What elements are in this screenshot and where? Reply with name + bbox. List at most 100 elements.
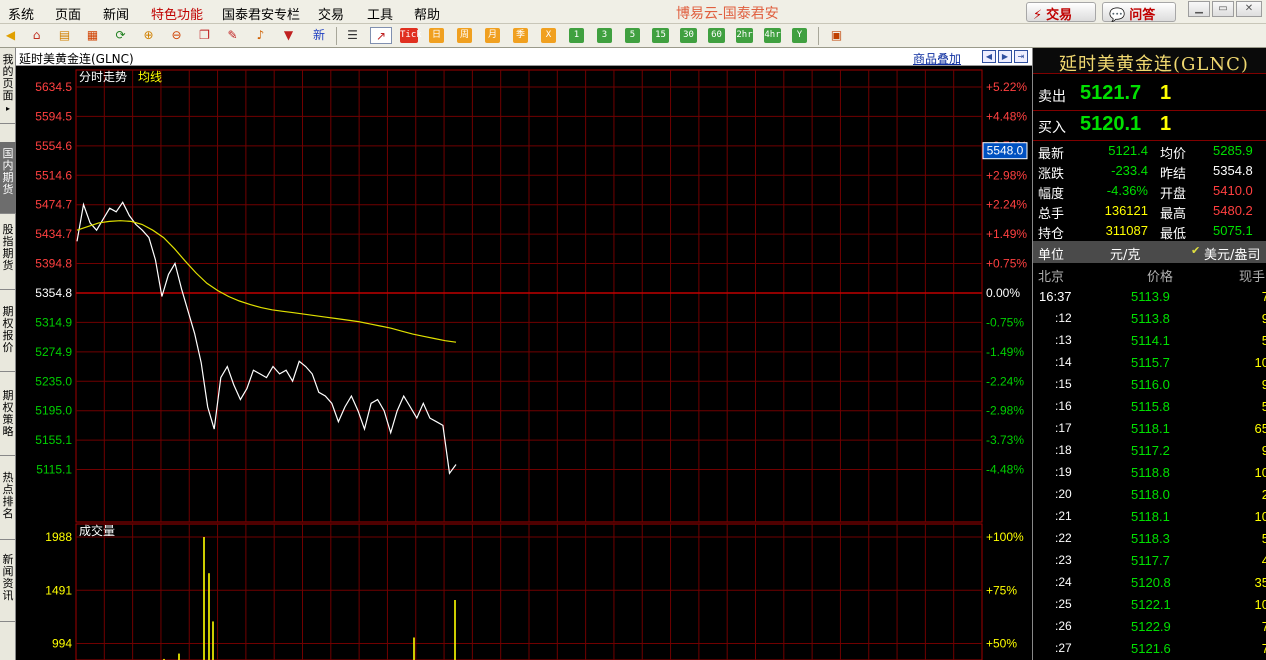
zoom-in-icon[interactable]: ⊕ bbox=[140, 27, 157, 44]
chart-title: 延时美黄金连(GLNC) bbox=[19, 52, 134, 66]
price-panel-label: 分时走势 bbox=[79, 70, 127, 84]
open-price: 5410.0 bbox=[1213, 183, 1253, 198]
list-icon[interactable]: ☰ bbox=[344, 27, 361, 44]
timeshare-chart-icon[interactable]: ↗ bbox=[370, 27, 392, 44]
tab-index-futures-label: 股指期货 bbox=[2, 223, 14, 272]
price-axis-label: 5634.5 bbox=[35, 80, 72, 94]
tick-header-time: 北京 bbox=[1038, 270, 1065, 285]
chart-panel: 延时美黄金连(GLNC) 商品叠加 ◀ ▶ ⇥ 5634.5 +5.22% 5594… bbox=[16, 48, 1032, 660]
zoom-out-icon[interactable]: ⊖ bbox=[168, 27, 185, 44]
qa-button[interactable]: 💬 问答 bbox=[1102, 2, 1176, 23]
pct-axis-label: -2.98% bbox=[986, 404, 1024, 418]
home-icon[interactable]: ⌂ bbox=[28, 27, 45, 44]
total-volume: 136121 bbox=[1104, 203, 1148, 218]
toolbar: ◀ ⌂ ▤ ▦ ⟳ ⊕ ⊖ ❐ ✎ ♪ ▼ 新 ☰ ↗ Tick 日 周 月 季… bbox=[0, 24, 1266, 48]
minimize-button[interactable]: ▁ bbox=[1188, 1, 1210, 17]
tick-row: 16:37 5113.9 7 bbox=[1033, 286, 1266, 308]
calendar-icon[interactable]: ▦ bbox=[84, 27, 101, 44]
tab-option-strategy[interactable]: 期权策略 bbox=[0, 384, 16, 456]
tick-price: 5113.8 bbox=[1131, 311, 1170, 326]
period-month-button[interactable]: 月 bbox=[485, 28, 500, 43]
period-1min-button[interactable]: 1 bbox=[569, 28, 584, 43]
price-axis-label: 5314.9 bbox=[35, 315, 72, 329]
tick-time: :17 bbox=[1055, 421, 1072, 435]
close-button[interactable]: ✕ bbox=[1236, 1, 1262, 17]
tick-volume: 9 bbox=[1261, 311, 1266, 326]
tick-row: :21 5118.1 10 bbox=[1033, 506, 1266, 528]
period-60min-button[interactable]: 60 bbox=[708, 28, 725, 43]
period-2hr-button[interactable]: 2hr bbox=[736, 28, 753, 43]
pencil-icon[interactable]: ✎ bbox=[224, 27, 241, 44]
period-30min-button[interactable]: 30 bbox=[680, 28, 697, 43]
volume-panel-label: 成交量 bbox=[79, 523, 115, 538]
open-interest-label: 持仓 bbox=[1038, 227, 1065, 242]
pct-axis-label: -2.24% bbox=[986, 374, 1024, 388]
ask-price: 5121.7 bbox=[1080, 82, 1142, 104]
bell-icon[interactable]: ♪ bbox=[252, 27, 269, 44]
period-quarter-button[interactable]: 季 bbox=[513, 28, 528, 43]
maximize-button[interactable]: ▭ bbox=[1212, 1, 1234, 17]
tick-price: 5115.7 bbox=[1131, 355, 1170, 370]
tick-row: :22 5118.3 5 bbox=[1033, 528, 1266, 550]
checkmark-icon: ✔ bbox=[1191, 244, 1201, 257]
period-day-button[interactable]: 日 bbox=[429, 28, 444, 43]
period-year-button[interactable]: Y bbox=[792, 28, 807, 43]
period-week-button[interactable]: 周 bbox=[457, 28, 472, 43]
pct-axis-label: +5.22% bbox=[986, 80, 1027, 94]
book-icon[interactable]: ▤ bbox=[56, 27, 73, 44]
quote-title: 延时美黄金连(GLNC) bbox=[1059, 54, 1249, 75]
volume-axis-label: 994 bbox=[52, 637, 72, 651]
expand-icon[interactable]: ⇥ bbox=[1014, 50, 1028, 63]
menu-trade[interactable]: 交易 bbox=[318, 4, 344, 23]
tab-option-strategy-label: 期权策略 bbox=[2, 389, 14, 438]
intraday-chart[interactable]: 5634.5+5.22%5594.5+4.48%5554.6+3.73%5514… bbox=[16, 67, 1032, 660]
tab-hot-ranking[interactable]: 热点排名 bbox=[0, 466, 16, 540]
windows-icon[interactable]: ❐ bbox=[196, 27, 213, 44]
menu-bar: 系统 页面 新闻 特色功能 国泰君安专栏 交易 工具 帮助 博易云-国泰君安 ⚡… bbox=[0, 0, 1266, 24]
period-4hr-button[interactable]: 4hr bbox=[764, 28, 781, 43]
tick-volume: 7 bbox=[1261, 289, 1266, 304]
period-15min-button[interactable]: 15 bbox=[652, 28, 669, 43]
pct-axis-label: -0.75% bbox=[986, 315, 1024, 329]
tick-time: 16:37 bbox=[1039, 289, 1072, 304]
tab-news[interactable]: 新闻资讯 bbox=[0, 548, 16, 622]
period-5min-button[interactable]: 5 bbox=[625, 28, 640, 43]
tick-row: :14 5115.7 10 bbox=[1033, 352, 1266, 374]
filter-icon[interactable]: ▼ bbox=[280, 27, 297, 44]
bid-volume: 1 bbox=[1160, 113, 1172, 135]
tab-my-pages[interactable]: 我的页面 ▸ bbox=[0, 54, 16, 124]
pct-axis-label: +2.24% bbox=[986, 198, 1027, 212]
prev-settle: 5354.8 bbox=[1213, 163, 1253, 178]
prev-arrow-icon[interactable]: ◀ bbox=[982, 50, 996, 63]
price-axis-label: 5474.7 bbox=[35, 198, 72, 212]
tick-price: 5122.1 bbox=[1131, 597, 1171, 612]
menu-gtja-column[interactable]: 国泰君安专栏 bbox=[222, 4, 300, 23]
left-tab-bar: 我的页面 ▸ 国内期货 股指期货 期权报价 期权策略 热点排名 新闻资讯 bbox=[0, 48, 16, 660]
period-x-button[interactable]: X bbox=[541, 28, 556, 43]
tab-option-quotes[interactable]: 期权报价 bbox=[0, 300, 16, 372]
menu-features[interactable]: 特色功能 bbox=[151, 4, 203, 23]
menu-help[interactable]: 帮助 bbox=[414, 4, 440, 23]
volume-pct-label: +50% bbox=[986, 637, 1017, 651]
tab-domestic-futures[interactable]: 国内期货 bbox=[0, 142, 16, 214]
period-3min-button[interactable]: 3 bbox=[597, 28, 612, 43]
back-arrow-icon[interactable]: ◀ bbox=[2, 27, 19, 44]
notepad-icon[interactable]: ▣ bbox=[828, 27, 845, 44]
menu-tools[interactable]: 工具 bbox=[367, 4, 393, 23]
menu-news[interactable]: 新闻 bbox=[103, 4, 129, 23]
tab-index-futures[interactable]: 股指期货 bbox=[0, 218, 16, 290]
new-button[interactable]: 新 bbox=[308, 27, 330, 44]
refresh-icon[interactable]: ⟳ bbox=[112, 27, 129, 44]
period-tick-button[interactable]: Tick bbox=[400, 28, 422, 43]
next-arrow-icon[interactable]: ▶ bbox=[998, 50, 1012, 63]
pct-change: -4.36% bbox=[1106, 183, 1148, 198]
overlay-commodity-link[interactable]: 商品叠加 bbox=[913, 50, 961, 67]
menu-page[interactable]: 页面 bbox=[55, 4, 81, 23]
trade-button-label: 交易 bbox=[1046, 8, 1073, 23]
trade-button[interactable]: ⚡ 交易 bbox=[1026, 2, 1096, 23]
ask-label: 卖出 bbox=[1038, 89, 1066, 105]
unit-alt-toggle[interactable]: 美元/盎司 bbox=[1204, 244, 1260, 263]
low-price: 5075.1 bbox=[1213, 223, 1253, 238]
menu-system[interactable]: 系统 bbox=[8, 4, 34, 23]
prev-settle-label: 昨结 bbox=[1160, 167, 1187, 182]
